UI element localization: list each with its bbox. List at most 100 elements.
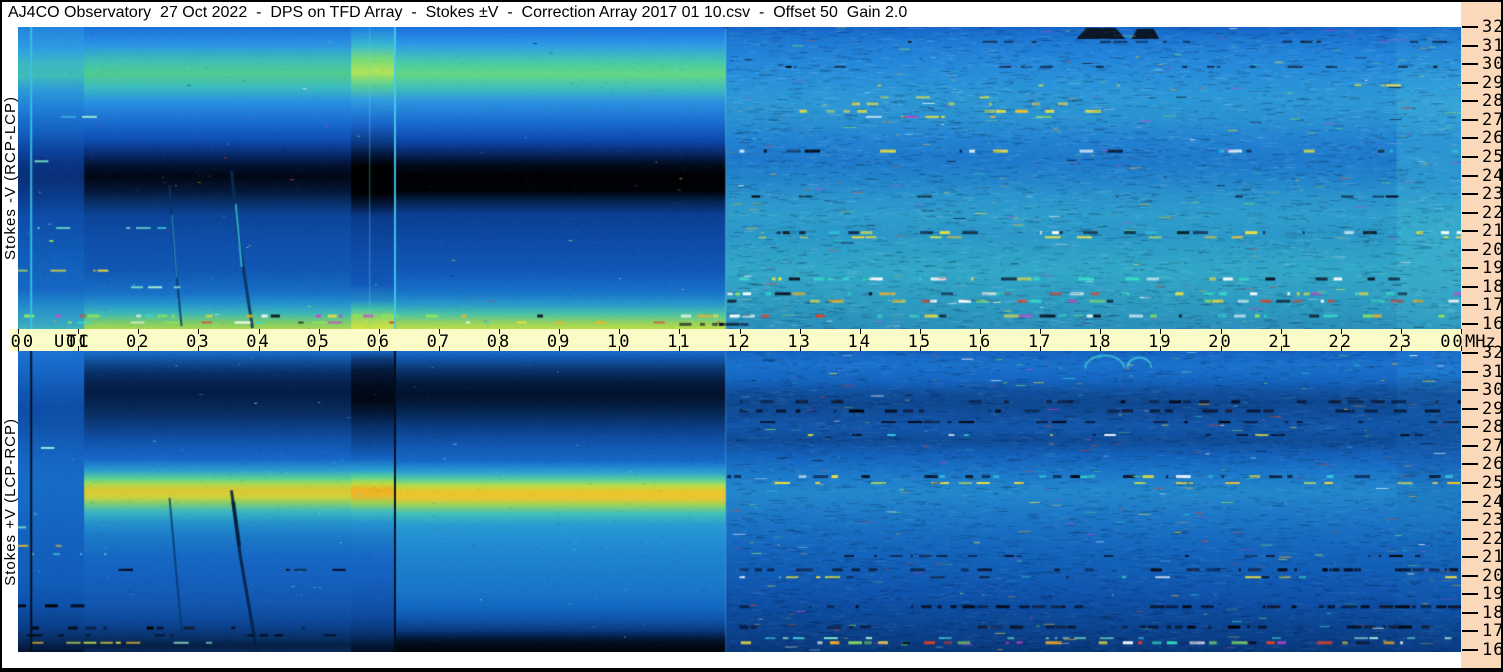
time-label-21-21: 21 bbox=[1268, 332, 1293, 352]
freq-label-20-panel0: 20 bbox=[1482, 239, 1503, 260]
time-label-12-12: 12 bbox=[727, 332, 752, 352]
freq-tick bbox=[1462, 100, 1478, 103]
time-label-04-4: 04 bbox=[246, 332, 271, 352]
freq-tick bbox=[1462, 463, 1478, 466]
freq-label-20-panel1: 20 bbox=[1482, 565, 1503, 586]
freq-tick bbox=[1462, 304, 1478, 307]
freq-label-25-panel1: 25 bbox=[1482, 472, 1503, 493]
freq-label-31-panel0: 31 bbox=[1482, 35, 1503, 56]
freq-tick bbox=[1462, 118, 1478, 121]
app-window: AJ4CO Observatory 27 Oct 2022 - DPS on T… bbox=[0, 0, 1503, 672]
freq-label-28-panel1: 28 bbox=[1482, 417, 1503, 438]
freq-label-19-panel0: 19 bbox=[1482, 258, 1503, 279]
freq-label-27-panel0: 27 bbox=[1482, 109, 1503, 130]
time-label-18-18: 18 bbox=[1088, 332, 1113, 352]
time-axis: UTC 00 01 02 03 04 05 06 07 08 09 10 11 12 13 14 15 16 17… bbox=[10, 329, 1465, 352]
freq-label-23-panel0: 23 bbox=[1482, 184, 1503, 205]
freq-tick bbox=[1462, 370, 1478, 373]
freq-label-31-panel1: 31 bbox=[1482, 361, 1503, 382]
freq-label-21-panel1: 21 bbox=[1482, 547, 1503, 568]
time-label-09-9: 09 bbox=[546, 332, 572, 352]
freq-tick bbox=[1462, 230, 1478, 233]
freq-tick bbox=[1462, 26, 1478, 28]
panel-label-stokes-minus-v: Stokes -V (RCP-LCP) bbox=[1, 95, 19, 261]
freq-tick bbox=[1462, 137, 1478, 140]
freq-tick bbox=[1462, 248, 1478, 251]
freq-tick bbox=[1462, 352, 1478, 354]
freq-tick bbox=[1462, 481, 1478, 484]
freq-label-30-panel0: 30 bbox=[1482, 54, 1503, 75]
freq-label-28-panel0: 28 bbox=[1482, 91, 1503, 112]
spectrogram-stokes-minus-v bbox=[18, 27, 1461, 329]
freq-label-21-panel0: 21 bbox=[1482, 221, 1503, 242]
freq-tick bbox=[1462, 389, 1478, 392]
freq-label-29-panel1: 29 bbox=[1482, 398, 1503, 419]
freq-tick bbox=[1462, 593, 1478, 596]
time-label-10-10: 10 bbox=[607, 332, 632, 352]
freq-tick bbox=[1462, 267, 1478, 270]
time-label-07-7: 07 bbox=[426, 332, 452, 352]
freq-tick bbox=[1462, 155, 1478, 158]
freq-tick bbox=[1462, 519, 1478, 522]
freq-label-17-panel1: 17 bbox=[1482, 621, 1503, 642]
freq-tick bbox=[1462, 556, 1478, 559]
time-label-17-17: 17 bbox=[1027, 332, 1053, 352]
freq-tick bbox=[1462, 537, 1478, 540]
freq-tick bbox=[1462, 323, 1478, 325]
freq-label-32-panel0: 32 bbox=[1482, 17, 1503, 37]
time-label-08-8: 08 bbox=[486, 332, 512, 352]
freq-unit-label: MHz bbox=[1465, 332, 1496, 352]
freq-tick bbox=[1462, 63, 1478, 66]
freq-tick bbox=[1462, 285, 1478, 288]
freq-label-25-panel0: 25 bbox=[1482, 146, 1503, 167]
freq-tick bbox=[1462, 649, 1478, 651]
freq-tick bbox=[1462, 426, 1478, 429]
freq-label-27-panel1: 27 bbox=[1482, 435, 1503, 456]
freq-label-30-panel1: 30 bbox=[1482, 380, 1503, 401]
time-label-23-23: 23 bbox=[1388, 332, 1414, 352]
time-label-00-24: 00 bbox=[1440, 332, 1465, 352]
freq-label-24-panel1: 24 bbox=[1482, 491, 1503, 512]
freq-tick bbox=[1462, 211, 1478, 214]
freq-label-26-panel1: 26 bbox=[1482, 454, 1503, 475]
freq-tick bbox=[1462, 407, 1478, 410]
freq-tick bbox=[1462, 193, 1478, 196]
time-label-03-3: 03 bbox=[186, 332, 211, 352]
freq-tick bbox=[1462, 611, 1478, 614]
display-area: AJ4CO Observatory 27 Oct 2022 - DPS on T… bbox=[1, 2, 1503, 668]
page-title: AJ4CO Observatory 27 Oct 2022 - DPS on T… bbox=[8, 4, 908, 21]
time-label-13-13: 13 bbox=[787, 332, 812, 352]
freq-label-22-panel1: 22 bbox=[1482, 528, 1503, 549]
time-label-19-19: 19 bbox=[1148, 332, 1173, 352]
freq-label-23-panel1: 23 bbox=[1482, 510, 1503, 531]
freq-label-22-panel0: 22 bbox=[1482, 202, 1503, 223]
freq-tick bbox=[1462, 174, 1478, 177]
time-label-00-0: 00 bbox=[10, 332, 36, 352]
spectrogram-stokes-plus-v bbox=[18, 351, 1461, 652]
time-label-14-14: 14 bbox=[847, 332, 872, 352]
freq-label-16-panel1: 16 bbox=[1482, 640, 1503, 660]
freq-label-18-panel1: 18 bbox=[1482, 602, 1503, 623]
freq-label-24-panel0: 24 bbox=[1482, 165, 1503, 186]
freq-label-26-panel0: 26 bbox=[1482, 128, 1503, 149]
panel-label-stokes-plus-v: Stokes +V (LCP-RCP) bbox=[1, 417, 19, 586]
time-label-11-11: 11 bbox=[667, 332, 692, 352]
time-label-20-20: 20 bbox=[1208, 332, 1233, 352]
freq-label-29-panel0: 29 bbox=[1482, 72, 1503, 93]
freq-label-17-panel0: 17 bbox=[1482, 295, 1503, 316]
time-label-16-16: 16 bbox=[967, 332, 993, 352]
freq-tick bbox=[1462, 444, 1478, 447]
freq-tick bbox=[1462, 630, 1478, 633]
time-label-02-2: 02 bbox=[126, 332, 151, 352]
freq-tick bbox=[1462, 81, 1478, 84]
time-label-22-22: 22 bbox=[1328, 332, 1353, 352]
time-label-15-15: 15 bbox=[907, 332, 933, 352]
freq-label-18-panel0: 18 bbox=[1482, 276, 1503, 297]
time-label-01-1: 01 bbox=[65, 332, 91, 352]
freq-label-16-panel0: 16 bbox=[1482, 314, 1503, 334]
time-label-06-6: 06 bbox=[366, 332, 391, 352]
freq-label-19-panel1: 19 bbox=[1482, 584, 1503, 605]
freq-tick bbox=[1462, 44, 1478, 47]
time-label-05-5: 05 bbox=[306, 332, 331, 352]
freq-tick bbox=[1462, 500, 1478, 503]
